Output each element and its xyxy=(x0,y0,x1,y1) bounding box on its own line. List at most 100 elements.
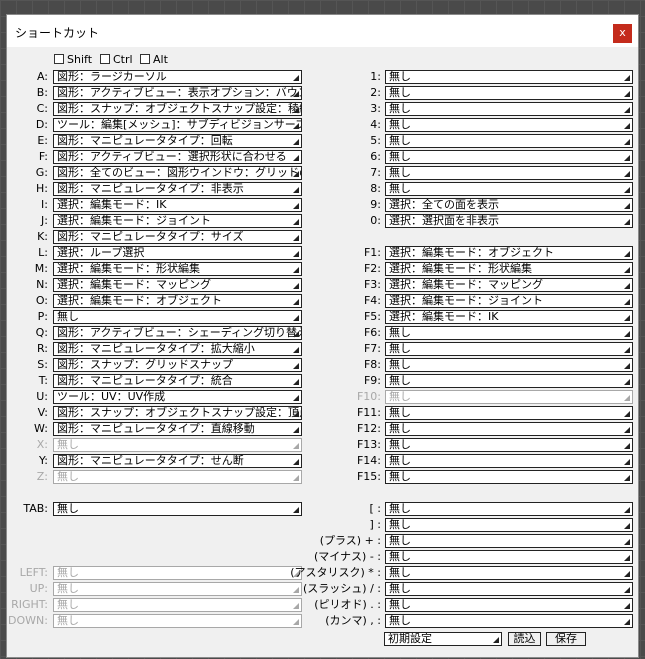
shortcut-row-right-3: 3: 無し xyxy=(7,102,640,116)
key-label-right-f4: F4: xyxy=(363,294,381,307)
action-dropdown-right-9[interactable]: 選択：全ての面を表示 xyxy=(385,198,633,212)
shortcut-row-right-f12: F12: 無し xyxy=(7,422,640,436)
dropdown-arrow-icon xyxy=(624,379,630,385)
action-value: 無し xyxy=(389,358,411,371)
action-dropdown-right-f14[interactable]: 無し xyxy=(385,454,633,468)
action-dropdown-right-f11[interactable]: 無し xyxy=(385,406,633,420)
window-title: ショートカット xyxy=(15,26,100,40)
dropdown-arrow-icon xyxy=(624,555,630,561)
shortcut-row-symbol-5: (スラッシュ) / : 無し xyxy=(7,582,640,596)
action-dropdown-right-7[interactable]: 無し xyxy=(385,166,633,180)
key-label-right-f9: F9: xyxy=(363,374,381,387)
action-value: 無し xyxy=(389,342,411,355)
dropdown-arrow-icon xyxy=(624,123,630,129)
action-dropdown-right-f5[interactable]: 選択：編集モード：IK xyxy=(385,310,633,324)
shortcut-row-right-5: 5: 無し xyxy=(7,134,640,148)
shortcut-row-right-f4: F4: 選択：編集モード：ジョイント xyxy=(7,294,640,308)
title-bar[interactable]: ショートカット x xyxy=(7,15,638,47)
shortcut-dialog: ショートカット x Shift Ctrl Alt A: 図形：ラージカーソル B: 図… xyxy=(6,14,639,658)
action-dropdown-right-3[interactable]: 無し xyxy=(385,102,633,116)
action-value: 無し xyxy=(389,390,411,403)
action-dropdown-right-f13[interactable]: 無し xyxy=(385,438,633,452)
shortcut-row-right-1: 1: 無し xyxy=(7,70,640,84)
dropdown-arrow-icon xyxy=(624,75,630,81)
shortcut-row-right-f15: F15: 無し xyxy=(7,470,640,484)
dropdown-arrow-icon xyxy=(624,603,630,609)
ctrl-label: Ctrl xyxy=(113,53,133,66)
key-label-right-6: 6: xyxy=(370,150,381,163)
action-dropdown-symbol-5[interactable]: 無し xyxy=(385,582,633,596)
action-dropdown-right-f1[interactable]: 選択：編集モード：オブジェクト xyxy=(385,246,633,260)
dropdown-arrow-icon xyxy=(624,187,630,193)
checkbox-box[interactable] xyxy=(140,54,150,64)
dropdown-arrow-icon xyxy=(624,443,630,449)
shortcut-row-symbol-3: (マイナス) - : 無し xyxy=(7,550,640,564)
shortcut-row-right-f14: F14: 無し xyxy=(7,454,640,468)
action-value: 選択：編集モード：IK xyxy=(389,310,499,323)
action-value: 選択：全ての面を表示 xyxy=(389,198,499,211)
action-dropdown-right-f15[interactable]: 無し xyxy=(385,470,633,484)
dropdown-arrow-icon xyxy=(624,475,630,481)
action-value: 無し xyxy=(389,438,411,451)
shortcut-row-right-6: 6: 無し xyxy=(7,150,640,164)
key-label-symbol-7: (カンマ) , : xyxy=(325,614,381,627)
shortcut-row-right-f3: F3: 選択：編集モード：マッピング xyxy=(7,278,640,292)
action-dropdown-right-5[interactable]: 無し xyxy=(385,134,633,148)
alt-checkbox[interactable]: Alt xyxy=(140,53,168,66)
shortcut-row-symbol-4: (アスタリスク) * : 無し xyxy=(7,566,640,580)
action-dropdown-right-f7[interactable]: 無し xyxy=(385,342,633,356)
action-dropdown-symbol-4[interactable]: 無し xyxy=(385,566,633,580)
action-dropdown-right-8[interactable]: 無し xyxy=(385,182,633,196)
action-value: 無し xyxy=(389,454,411,467)
action-dropdown-right-2[interactable]: 無し xyxy=(385,86,633,100)
action-dropdown-symbol-7[interactable]: 無し xyxy=(385,614,633,628)
action-dropdown-right-f2[interactable]: 選択：編集モード：形状編集 xyxy=(385,262,633,276)
shortcut-row-right-4: 4: 無し xyxy=(7,118,640,132)
action-dropdown-right-1[interactable]: 無し xyxy=(385,70,633,84)
key-label-right-3: 3: xyxy=(370,102,381,115)
shortcut-row-right-f11: F11: 無し xyxy=(7,406,640,420)
key-label-right-f12: F12: xyxy=(356,422,381,435)
shift-label: Shift xyxy=(67,53,93,66)
action-dropdown-symbol-6[interactable]: 無し xyxy=(385,598,633,612)
shortcut-row-symbol-2: (プラス) + : 無し xyxy=(7,534,640,548)
save-button[interactable]: 保存 xyxy=(546,632,586,646)
close-button[interactable]: x xyxy=(613,24,632,43)
shortcut-row-symbol-6: (ピリオド) . : 無し xyxy=(7,598,640,612)
checkbox-box[interactable] xyxy=(100,54,110,64)
key-label-symbol-6: (ピリオド) . : xyxy=(314,598,381,611)
action-value: 選択：編集モード：形状編集 xyxy=(389,262,532,275)
action-dropdown-symbol-3[interactable]: 無し xyxy=(385,550,633,564)
dropdown-arrow-icon xyxy=(624,459,630,465)
action-dropdown-right-f3[interactable]: 選択：編集モード：マッピング xyxy=(385,278,633,292)
action-dropdown-right-f6[interactable]: 無し xyxy=(385,326,633,340)
dropdown-arrow-icon xyxy=(624,299,630,305)
action-value: 選択：編集モード：マッピング xyxy=(389,278,543,291)
dropdown-arrow-icon xyxy=(624,571,630,577)
key-label-right-1: 1: xyxy=(370,70,381,83)
action-value: 選択：編集モード：オブジェクト xyxy=(389,246,554,259)
checkbox-box[interactable] xyxy=(54,54,64,64)
action-dropdown-right-0[interactable]: 選択：選択面を非表示 xyxy=(385,214,633,228)
preset-dropdown[interactable]: 初期設定 xyxy=(384,632,502,646)
load-button[interactable]: 読込 xyxy=(508,632,541,646)
close-icon: x xyxy=(619,26,626,39)
key-label-right-2: 2: xyxy=(370,86,381,99)
key-label-right-9: 9: xyxy=(370,198,381,211)
shortcut-row-right-2: 2: 無し xyxy=(7,86,640,100)
action-dropdown-right-4[interactable]: 無し xyxy=(385,118,633,132)
dropdown-arrow-icon xyxy=(624,155,630,161)
ctrl-checkbox[interactable]: Ctrl xyxy=(100,53,133,66)
action-dropdown-right-f9[interactable]: 無し xyxy=(385,374,633,388)
shortcut-row-symbol-0: [ : 無し xyxy=(7,502,640,516)
action-dropdown-symbol-0[interactable]: 無し xyxy=(385,502,633,516)
action-dropdown-symbol-1[interactable]: 無し xyxy=(385,518,633,532)
action-value: 無し xyxy=(389,118,411,131)
action-dropdown-right-f4[interactable]: 選択：編集モード：ジョイント xyxy=(385,294,633,308)
action-dropdown-right-6[interactable]: 無し xyxy=(385,150,633,164)
action-dropdown-right-f8[interactable]: 無し xyxy=(385,358,633,372)
key-label-symbol-3: (マイナス) - : xyxy=(313,550,381,563)
action-dropdown-symbol-2[interactable]: 無し xyxy=(385,534,633,548)
shift-checkbox[interactable]: Shift xyxy=(54,53,92,66)
action-dropdown-right-f12[interactable]: 無し xyxy=(385,422,633,436)
